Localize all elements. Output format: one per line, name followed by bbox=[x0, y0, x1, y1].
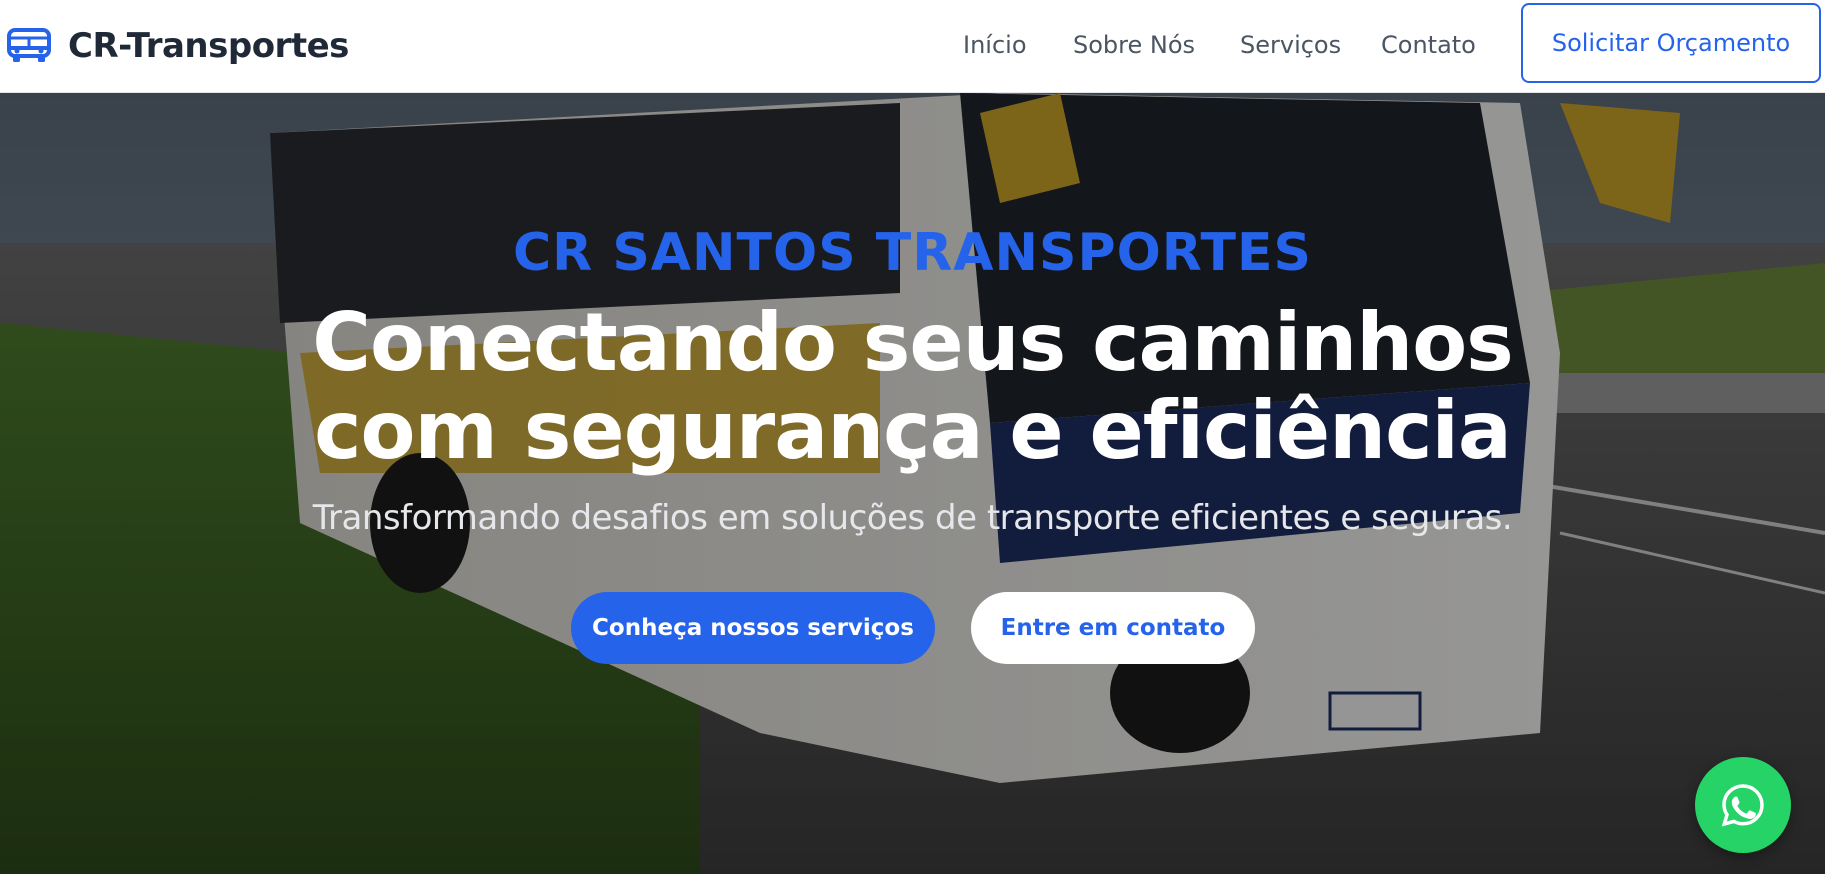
contact-button[interactable]: Entre em contato bbox=[971, 592, 1255, 664]
whatsapp-icon bbox=[1721, 784, 1764, 827]
hero-overlay bbox=[0, 93, 1825, 874]
hero-headline-line2: com segurança e eficiência bbox=[314, 384, 1512, 477]
brand-logo[interactable]: CR-Transportes bbox=[6, 26, 349, 66]
nav-link-contato[interactable]: Contato bbox=[1381, 31, 1476, 59]
brand-name: CR-Transportes bbox=[68, 26, 349, 66]
hero-headline-line1: Conectando seus caminhos bbox=[312, 296, 1514, 389]
navbar: CR-Transportes Início Sobre Nós Serviços… bbox=[0, 0, 1825, 93]
services-button[interactable]: Conheça nossos serviços bbox=[571, 592, 935, 664]
nav-link-sobre-nos[interactable]: Sobre Nós bbox=[1073, 31, 1195, 59]
nav-link-inicio[interactable]: Início bbox=[963, 31, 1027, 59]
nav-link-servicos[interactable]: Serviços bbox=[1240, 31, 1341, 59]
request-quote-button[interactable]: Solicitar Orçamento bbox=[1521, 3, 1821, 83]
hero-kicker: CR SANTOS TRANSPORTES bbox=[513, 223, 1312, 283]
hero-subtitle: Transformando desafios em soluções de tr… bbox=[312, 498, 1513, 538]
hero-headline: Conectando seus caminhos com segurança e… bbox=[0, 299, 1825, 475]
whatsapp-button[interactable] bbox=[1695, 757, 1791, 853]
bus-icon bbox=[7, 28, 51, 62]
hero-section: CR SANTOS TRANSPORTES Conectando seus ca… bbox=[0, 93, 1825, 874]
